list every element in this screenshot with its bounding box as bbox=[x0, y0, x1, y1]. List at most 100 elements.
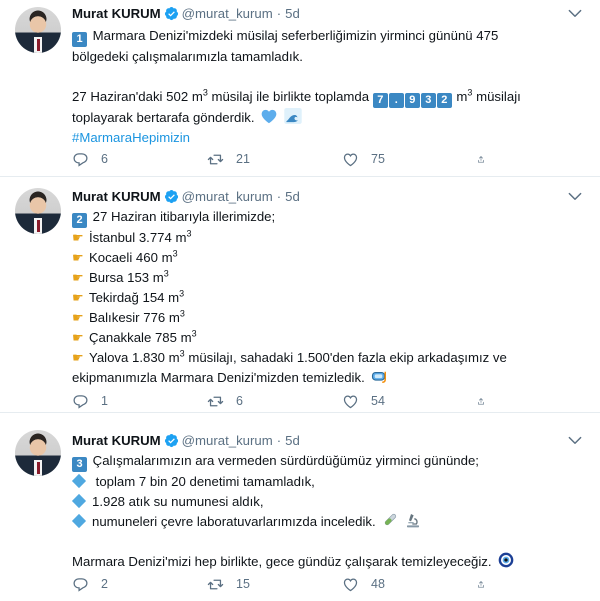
pointing-hand-icon: ☛ bbox=[72, 310, 84, 325]
city-line: ☛ İstanbul 3.774 m3 bbox=[72, 228, 192, 245]
keycap-digit-icon: 9 bbox=[404, 93, 420, 108]
reply-count: 1 bbox=[101, 394, 108, 408]
timestamp[interactable]: 5d bbox=[285, 6, 300, 21]
chevron-down-icon[interactable] bbox=[566, 431, 584, 449]
like-button[interactable]: 48 bbox=[342, 576, 477, 593]
reply-icon bbox=[72, 576, 89, 593]
keycap-digit-icon: 7 bbox=[372, 93, 388, 108]
city-line: ☛ Balıkesir 776 m3 bbox=[72, 308, 185, 325]
text-line: Marmara Denizi'mizi hep birlikte, gece g… bbox=[72, 552, 588, 572]
reply-icon bbox=[72, 151, 89, 168]
display-name[interactable]: Murat KURUM bbox=[72, 433, 161, 448]
pointing-hand-icon: ☛ bbox=[72, 330, 84, 345]
reply-button[interactable]: 6 bbox=[72, 151, 207, 168]
share-button[interactable] bbox=[477, 393, 497, 410]
retweet-count: 21 bbox=[236, 152, 250, 166]
tweet-header: Murat KURUM @murat_kurum · 5d bbox=[72, 431, 588, 449]
test-tube-icon bbox=[385, 513, 397, 526]
text-line: Marmara Denizi'mizdeki müsilaj seferberl… bbox=[92, 28, 499, 43]
reply-button[interactable]: 1 bbox=[72, 393, 207, 410]
like-button[interactable]: 54 bbox=[342, 393, 477, 410]
avatar[interactable] bbox=[15, 188, 61, 234]
handle[interactable]: @murat_kurum bbox=[182, 433, 273, 448]
pointing-hand-icon: ☛ bbox=[72, 290, 84, 305]
keycap-number-icon: 3 bbox=[72, 457, 87, 472]
separator-dot: · bbox=[276, 188, 282, 204]
verified-badge-icon bbox=[164, 189, 179, 204]
share-icon bbox=[477, 151, 485, 168]
tweet[interactable]: Murat KURUM @murat_kurum · 5d 1 Marmara … bbox=[0, 0, 600, 177]
keycap-digit-icon: 3 bbox=[420, 93, 436, 108]
share-button[interactable] bbox=[477, 576, 497, 593]
heart-icon bbox=[342, 151, 359, 168]
like-button[interactable]: 75 bbox=[342, 151, 477, 168]
display-name[interactable]: Murat KURUM bbox=[72, 189, 161, 204]
tweet-actions: 6 21 75 bbox=[72, 149, 542, 169]
share-button[interactable] bbox=[477, 151, 497, 168]
avatar[interactable] bbox=[15, 430, 61, 476]
handle[interactable]: @murat_kurum bbox=[182, 6, 273, 21]
nazar-amulet-icon bbox=[498, 552, 514, 568]
city-line: ☛ Kocaeli 460 m3 bbox=[72, 248, 178, 265]
tweet-actions: 2 15 48 bbox=[72, 574, 542, 594]
city-line: ☛ Yalova 1.830 m3 müsilajı, sahadaki 1.50… bbox=[72, 348, 507, 365]
blue-diamond-icon bbox=[71, 493, 87, 509]
tweet-text: 3 Çalışmalarımızın ara vermeden sürdürdü… bbox=[71, 451, 588, 572]
display-name[interactable]: Murat KURUM bbox=[72, 6, 161, 21]
heart-icon bbox=[342, 576, 359, 593]
share-icon bbox=[477, 393, 485, 410]
chevron-down-icon[interactable] bbox=[566, 187, 584, 205]
verified-badge-icon bbox=[164, 6, 179, 21]
text-line: toplayarak bertarafa gönderdik. bbox=[72, 108, 588, 128]
text-line: 27 Haziran itibarıyla illerimizde; bbox=[92, 209, 276, 224]
retweet-button[interactable]: 21 bbox=[207, 151, 342, 168]
keycap-digit-icon: . bbox=[388, 93, 404, 108]
keycap-number-icon: 1 bbox=[72, 32, 87, 47]
city-line: ☛ Çanakkale 785 m3 bbox=[72, 328, 197, 345]
share-icon bbox=[477, 576, 485, 593]
pointing-hand-icon: ☛ bbox=[72, 230, 84, 245]
separator-dot: · bbox=[276, 5, 282, 21]
pointing-hand-icon: ☛ bbox=[72, 270, 84, 285]
timestamp[interactable]: 5d bbox=[285, 189, 300, 204]
like-count: 75 bbox=[371, 152, 385, 166]
hashtag-link[interactable]: #MarmaraHepimizin bbox=[72, 128, 588, 148]
bullet-line: 1.928 atık su numunesi aldık, bbox=[71, 492, 588, 512]
blue-diamond-icon bbox=[71, 473, 87, 489]
blue-heart-icon bbox=[261, 109, 277, 124]
water-wave-icon bbox=[284, 108, 302, 124]
timestamp[interactable]: 5d bbox=[285, 433, 300, 448]
reply-count: 2 bbox=[101, 577, 108, 591]
handle[interactable]: @murat_kurum bbox=[182, 189, 273, 204]
like-count: 48 bbox=[371, 577, 385, 591]
retweet-icon bbox=[207, 393, 224, 410]
reply-count: 6 bbox=[101, 152, 108, 166]
retweet-count: 15 bbox=[236, 577, 250, 591]
tweet[interactable]: Murat KURUM @murat_kurum · 5d 3 Çalışmal… bbox=[0, 413, 600, 601]
microscope-icon bbox=[407, 514, 420, 528]
retweet-button[interactable]: 15 bbox=[207, 576, 342, 593]
tweet-header: Murat KURUM @murat_kurum · 5d bbox=[72, 187, 588, 205]
tweet-actions: 1 6 54 bbox=[72, 391, 542, 411]
blue-diamond-icon bbox=[71, 513, 87, 529]
reply-button[interactable]: 2 bbox=[72, 576, 207, 593]
verified-badge-icon bbox=[164, 433, 179, 448]
reply-icon bbox=[72, 393, 89, 410]
retweet-button[interactable]: 6 bbox=[207, 393, 342, 410]
separator-dot: · bbox=[276, 432, 282, 448]
retweet-count: 6 bbox=[236, 394, 243, 408]
text-line: Çalışmalarımızın ara vermeden sürdürdüğü… bbox=[92, 453, 479, 468]
pointing-hand-icon: ☛ bbox=[72, 250, 84, 265]
avatar[interactable] bbox=[15, 7, 61, 53]
tweet[interactable]: Murat KURUM @murat_kurum · 5d 2 27 Hazir… bbox=[0, 177, 600, 413]
bullet-line: numuneleri çevre laboratuvarlarımızda in… bbox=[71, 512, 588, 532]
like-count: 54 bbox=[371, 394, 385, 408]
heart-icon bbox=[342, 393, 359, 410]
retweet-icon bbox=[207, 576, 224, 593]
city-line: ☛ Tekirdağ 154 m3 bbox=[72, 288, 185, 305]
keycap-digit-icon: 2 bbox=[436, 93, 452, 108]
city-line: ☛ Bursa 153 m3 bbox=[72, 268, 169, 285]
retweet-icon bbox=[207, 151, 224, 168]
bullet-line: toplam 7 bin 20 denetimi tamamladık, bbox=[71, 472, 588, 492]
chevron-down-icon[interactable] bbox=[566, 4, 584, 22]
